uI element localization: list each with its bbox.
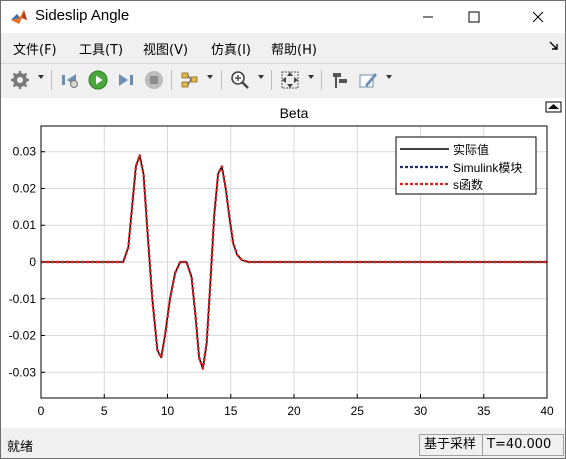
undock-button[interactable] bbox=[545, 101, 562, 113]
zoom-in-icon bbox=[231, 71, 249, 89]
legend-label-simulink: Simulink模块 bbox=[453, 161, 522, 175]
maximize-button[interactable] bbox=[451, 1, 497, 33]
step-forward-icon bbox=[119, 74, 133, 86]
window-title: Sideslip Angle bbox=[35, 7, 130, 24]
sample-mode-indicator: 基于采样 bbox=[419, 434, 487, 456]
toolbar-separator bbox=[221, 70, 222, 90]
zoom-in-button[interactable] bbox=[229, 69, 251, 91]
scope-chart[interactable]: Beta 0 5 10 15 20 25 30 35 40 0.03 0.02 0.01 0 -0.01 -… bbox=[1, 98, 565, 428]
plot-area: Beta 0 5 10 15 20 25 30 35 40 0.03 0.02 0.01 0 -0.01 -… bbox=[1, 98, 565, 428]
run-button[interactable] bbox=[87, 69, 109, 91]
toolbar-separator bbox=[171, 70, 172, 90]
time-indicator: T=40.000 bbox=[482, 434, 564, 456]
run-icon bbox=[88, 70, 108, 90]
style-edit-icon bbox=[359, 73, 377, 88]
menu-help[interactable]: 帮助(H) bbox=[271, 39, 317, 58]
x-tick-label: 40 bbox=[540, 404, 554, 418]
toolbar bbox=[1, 63, 565, 99]
legend-label-sfunc: s函数 bbox=[453, 177, 483, 192]
chart-title: Beta bbox=[280, 105, 309, 121]
x-tick-label: 30 bbox=[414, 404, 428, 418]
style-dropdown-caret[interactable] bbox=[386, 75, 392, 79]
fit-to-view-button[interactable] bbox=[279, 69, 301, 91]
x-tick-label: 0 bbox=[38, 404, 45, 418]
stop-button[interactable] bbox=[143, 69, 165, 91]
close-button[interactable] bbox=[515, 1, 561, 33]
legend-label-actual: 实际值 bbox=[453, 142, 489, 157]
dock-arrow-icon[interactable] bbox=[549, 41, 559, 51]
menu-view[interactable]: 视图(V) bbox=[143, 39, 188, 58]
step-back-button[interactable] bbox=[59, 69, 81, 91]
settings-dropdown-caret[interactable] bbox=[38, 75, 44, 79]
legend[interactable]: 实际值 Simulink模块 s函数 bbox=[395, 136, 537, 195]
cursor-measure-icon bbox=[333, 73, 347, 88]
y-tick-label: 0.03 bbox=[13, 145, 37, 159]
x-tick-label: 25 bbox=[351, 404, 365, 418]
menu-tools[interactable]: 工具(T) bbox=[79, 39, 123, 58]
y-tick-label: -0.02 bbox=[9, 329, 37, 343]
x-tick-label: 35 bbox=[477, 404, 491, 418]
signal-selector-icon bbox=[181, 72, 198, 88]
y-tick-label: 0.01 bbox=[13, 218, 37, 232]
x-tick-label: 15 bbox=[224, 404, 238, 418]
toolbar-separator bbox=[321, 70, 322, 90]
fit-to-view-icon bbox=[281, 71, 299, 89]
toolbar-separator bbox=[271, 70, 272, 90]
step-forward-button[interactable] bbox=[115, 69, 137, 91]
step-back-icon bbox=[62, 74, 78, 88]
status-text: 就绪 bbox=[7, 440, 34, 455]
cursor-measure-button[interactable] bbox=[329, 69, 351, 91]
fit-dropdown-caret[interactable] bbox=[308, 75, 314, 79]
x-tick-label: 10 bbox=[161, 404, 175, 418]
toolbar-separator bbox=[51, 70, 52, 90]
y-tick-label: -0.03 bbox=[9, 365, 37, 379]
signal-selector-button[interactable] bbox=[179, 69, 201, 91]
title-bar[interactable]: Sideslip Angle bbox=[1, 1, 565, 33]
gear-icon bbox=[11, 71, 29, 89]
menu-file[interactable]: 文件(F) bbox=[13, 39, 57, 58]
maximize-icon bbox=[468, 11, 480, 23]
matlab-app-icon bbox=[11, 10, 27, 24]
y-tick-label: 0 bbox=[29, 255, 36, 269]
close-icon bbox=[532, 11, 544, 23]
y-tick-label: 0.02 bbox=[13, 181, 37, 195]
style-edit-button[interactable] bbox=[357, 69, 379, 91]
minimize-button[interactable] bbox=[405, 1, 451, 33]
scope-window: Sideslip Angle 文件(F) 工具(T) 视图(V) 仿真(I) 帮… bbox=[0, 0, 566, 459]
zoom-dropdown-caret[interactable] bbox=[258, 75, 264, 79]
y-tick-label: -0.01 bbox=[9, 292, 37, 306]
status-bar: 就绪 基于采样 T=40.000 bbox=[1, 431, 565, 458]
x-tick-label: 5 bbox=[101, 404, 108, 418]
menu-bar: 文件(F) 工具(T) 视图(V) 仿真(I) 帮助(H) bbox=[1, 35, 565, 61]
settings-button[interactable] bbox=[9, 69, 31, 91]
menu-simulation[interactable]: 仿真(I) bbox=[211, 39, 251, 58]
stop-icon bbox=[145, 71, 163, 89]
minimize-icon bbox=[423, 16, 433, 18]
x-tick-label: 20 bbox=[287, 404, 301, 418]
signal-selector-dropdown-caret[interactable] bbox=[207, 75, 213, 79]
